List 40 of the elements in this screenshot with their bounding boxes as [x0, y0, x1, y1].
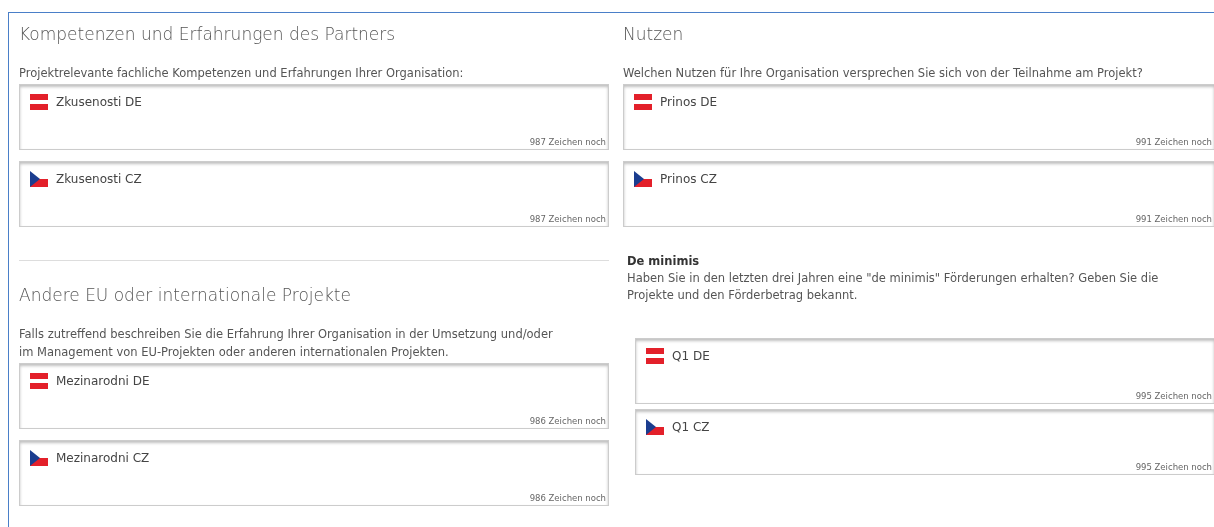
field-value: Zkusenosti DE — [56, 95, 142, 109]
flag-icon — [634, 93, 652, 111]
flag-icon — [30, 449, 48, 467]
text-area[interactable]: Q1 DE 995 Zeichen noch — [635, 338, 1214, 404]
field-label: Projektrelevante fachliche Kompetenzen und Erfahrungen Ihrer Organisation: — [19, 65, 465, 82]
question-title: De minimis — [627, 254, 701, 268]
text-area[interactable]: Prinos DE 991 Zeichen noch — [623, 84, 1214, 150]
flag-icon — [30, 93, 48, 111]
character-counter: 986 Zeichen noch — [529, 416, 607, 426]
field-value: Prinos CZ — [660, 172, 717, 186]
character-counter: 987 Zeichen noch — [529, 137, 607, 147]
section-title: Andere EU oder internationale Projekte — [19, 285, 352, 305]
field-value: Zkusenosti CZ — [56, 172, 142, 186]
character-counter: 991 Zeichen noch — [1135, 214, 1213, 224]
field-value: Q1 CZ — [672, 420, 710, 434]
flag-icon — [30, 372, 48, 390]
field-value: Prinos DE — [660, 95, 718, 109]
field-value: Mezinarodni CZ — [56, 451, 150, 465]
character-counter: 995 Zeichen noch — [1135, 391, 1213, 401]
section-title: Nutzen — [623, 24, 685, 44]
text-area[interactable]: Q1 CZ 995 Zeichen noch — [635, 409, 1214, 475]
character-counter: 995 Zeichen noch — [1135, 462, 1213, 472]
flag-icon — [30, 170, 48, 188]
text-area[interactable]: Mezinarodni CZ 986 Zeichen noch — [19, 440, 609, 506]
flag-icon — [634, 170, 652, 188]
flag-icon — [646, 418, 664, 436]
field-label: Welchen Nutzen für Ihre Organisation versprechen Sie sich von der Teilnahme am Projekt? — [623, 65, 1144, 82]
character-counter: 987 Zeichen noch — [529, 214, 607, 224]
field-label: Falls zutreffend beschreiben Sie die Erfahrung Ihrer Organisation in der Umsetzung und/oder im Management von EU-Projekten oder anderen internationalen Projekten. — [19, 326, 554, 361]
flag-icon — [646, 347, 664, 365]
text-area[interactable]: Zkusenosti DE 987 Zeichen noch — [19, 84, 609, 150]
text-area[interactable]: Prinos CZ 991 Zeichen noch — [623, 161, 1214, 227]
field-value: Mezinarodni DE — [56, 374, 150, 388]
text-area[interactable]: Zkusenosti CZ 987 Zeichen noch — [19, 161, 609, 227]
character-counter: 986 Zeichen noch — [529, 493, 607, 503]
field-value: Q1 DE — [672, 349, 710, 363]
section-title: Kompetenzen und Erfahrungen des Partners — [19, 24, 397, 44]
field-label: Haben Sie in den letzten drei Jahren eine "de minimis" Förderungen erhalten? Geben Sie die Projekte und den Förderbetrag bekannt. — [627, 270, 1160, 304]
text-area[interactable]: Mezinarodni DE 986 Zeichen noch — [19, 363, 609, 429]
character-counter: 991 Zeichen noch — [1135, 137, 1213, 147]
